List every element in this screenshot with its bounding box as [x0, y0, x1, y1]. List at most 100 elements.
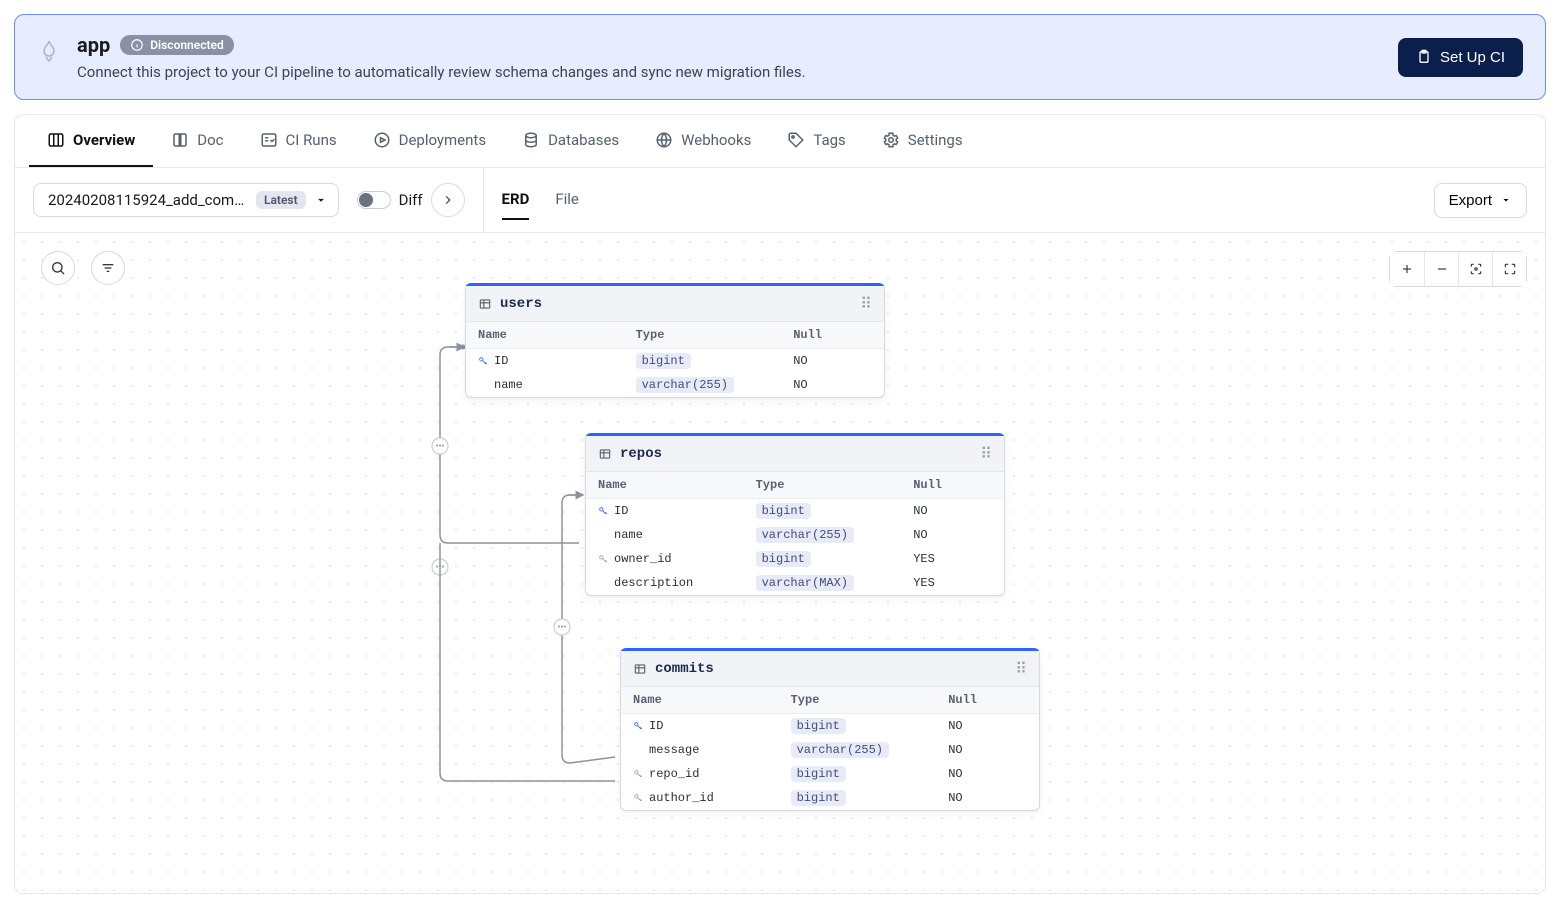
zoom-in-button[interactable]: [1390, 252, 1424, 286]
focus-icon: [1469, 262, 1483, 276]
toolbar: 20240208115924_add_commit… Latest Diff E…: [15, 168, 1545, 233]
column-name: message: [649, 743, 699, 757]
setup-ci-button[interactable]: Set Up CI: [1398, 38, 1523, 77]
column-null: YES: [913, 552, 992, 566]
fit-button[interactable]: [1458, 252, 1492, 286]
subtab-erd[interactable]: ERD: [502, 180, 530, 220]
erd-table-commits[interactable]: commits ⠿ NameTypeNull ID bigint NO mess…: [620, 648, 1040, 811]
fullscreen-button[interactable]: [1492, 252, 1526, 286]
column-name: ID: [614, 504, 628, 518]
column-type: bigint: [791, 718, 846, 734]
key-icon: [633, 793, 643, 803]
caret-down-icon: [1500, 194, 1512, 206]
erd-column-row[interactable]: ID bigint NO: [466, 349, 884, 373]
tab-databases[interactable]: Databases: [504, 115, 637, 167]
tab-tags[interactable]: Tags: [769, 115, 863, 167]
clipboard-icon: [1416, 49, 1432, 65]
erd-table-users[interactable]: users ⠿ NameTypeNull ID bigint NO name v…: [465, 283, 885, 398]
info-icon: [130, 38, 144, 52]
expand-button[interactable]: [431, 183, 465, 217]
play-circle-icon: [373, 131, 391, 149]
column-name: repo_id: [649, 767, 699, 781]
key-icon: [633, 769, 643, 779]
zoom-controls: [1389, 251, 1527, 287]
tab-overview[interactable]: Overview: [29, 115, 153, 167]
table-icon: [633, 662, 647, 676]
drag-handle-icon[interactable]: ⠿: [1015, 659, 1027, 678]
column-name: owner_id: [614, 552, 672, 566]
divider: [483, 168, 484, 232]
filter-button[interactable]: [91, 251, 125, 285]
erd-column-row[interactable]: repo_id bigint NO: [621, 762, 1039, 786]
caret-down-icon: [314, 193, 328, 207]
minus-icon: [1435, 262, 1449, 276]
key-icon: [598, 554, 608, 564]
table-icon: [598, 447, 612, 461]
svg-text:•••: •••: [435, 563, 444, 573]
tab-deployments[interactable]: Deployments: [355, 115, 504, 167]
list-check-icon: [260, 131, 278, 149]
search-icon: [50, 260, 66, 276]
erd-column-row[interactable]: ID bigint NO: [621, 714, 1039, 738]
main-card: Overview Doc CI Runs Deployments Databas…: [14, 114, 1546, 894]
erd-table-repos[interactable]: repos ⠿ NameTypeNull ID bigint NO name v…: [585, 433, 1005, 596]
erd-column-row[interactable]: name varchar(255) NO: [586, 523, 1004, 547]
column-type: bigint: [756, 551, 811, 567]
diff-toggle-group: Diff: [357, 191, 423, 209]
latest-badge: Latest: [256, 191, 306, 209]
kanban-icon: [47, 131, 65, 149]
subtab-file[interactable]: File: [555, 180, 579, 220]
drag-handle-icon[interactable]: ⠿: [980, 444, 992, 463]
ci-banner: app Disconnected Connect this project to…: [14, 14, 1546, 100]
project-title: app: [77, 33, 110, 57]
tab-ciruns[interactable]: CI Runs: [242, 115, 355, 167]
column-null: YES: [913, 576, 992, 590]
column-name: ID: [649, 719, 663, 733]
column-type: varchar(255): [636, 377, 734, 393]
main-tabs: Overview Doc CI Runs Deployments Databas…: [15, 115, 1545, 168]
globe-icon: [655, 131, 673, 149]
atlas-logo: [37, 39, 61, 63]
migration-selected: 20240208115924_add_commit…: [48, 191, 248, 209]
erd-canvas[interactable]: ••• ••• ••• users ⠿ NameTypeNull ID bigi…: [15, 233, 1545, 893]
column-name: author_id: [649, 791, 714, 805]
chevron-right-icon: [441, 193, 455, 207]
search-button[interactable]: [41, 251, 75, 285]
column-type: varchar(255): [791, 742, 889, 758]
column-null: NO: [948, 791, 1027, 805]
column-null: NO: [948, 743, 1027, 757]
view-subtabs: ERD File: [502, 180, 579, 220]
status-pill: Disconnected: [120, 35, 234, 55]
svg-text:•••: •••: [435, 442, 444, 452]
zoom-out-button[interactable]: [1424, 252, 1458, 286]
filter-icon: [100, 260, 116, 276]
column-name: ID: [494, 354, 508, 368]
book-icon: [171, 131, 189, 149]
key-icon: [598, 506, 608, 516]
column-name: name: [614, 528, 643, 542]
erd-column-row[interactable]: message varchar(255) NO: [621, 738, 1039, 762]
erd-column-row[interactable]: name varchar(255) NO: [466, 373, 884, 397]
tab-settings[interactable]: Settings: [864, 115, 981, 167]
diff-toggle[interactable]: [357, 191, 391, 209]
export-button[interactable]: Export: [1434, 183, 1527, 218]
column-null: NO: [913, 528, 992, 542]
key-icon: [633, 721, 643, 731]
erd-column-row[interactable]: owner_id bigint YES: [586, 547, 1004, 571]
column-null: NO: [913, 504, 992, 518]
column-null: NO: [793, 354, 872, 368]
column-name: name: [494, 378, 523, 392]
tab-webhooks[interactable]: Webhooks: [637, 115, 769, 167]
svg-text:•••: •••: [557, 623, 566, 633]
column-null: NO: [948, 767, 1027, 781]
migration-dropdown[interactable]: 20240208115924_add_commit… Latest: [33, 183, 339, 217]
column-name: description: [614, 576, 693, 590]
banner-description: Connect this project to your CI pipeline…: [77, 63, 806, 81]
table-icon: [478, 297, 492, 311]
drag-handle-icon[interactable]: ⠿: [860, 294, 872, 313]
erd-column-row[interactable]: ID bigint NO: [586, 499, 1004, 523]
tab-doc[interactable]: Doc: [153, 115, 241, 167]
erd-column-row[interactable]: description varchar(MAX) YES: [586, 571, 1004, 595]
plus-icon: [1400, 262, 1414, 276]
erd-column-row[interactable]: author_id bigint NO: [621, 786, 1039, 810]
